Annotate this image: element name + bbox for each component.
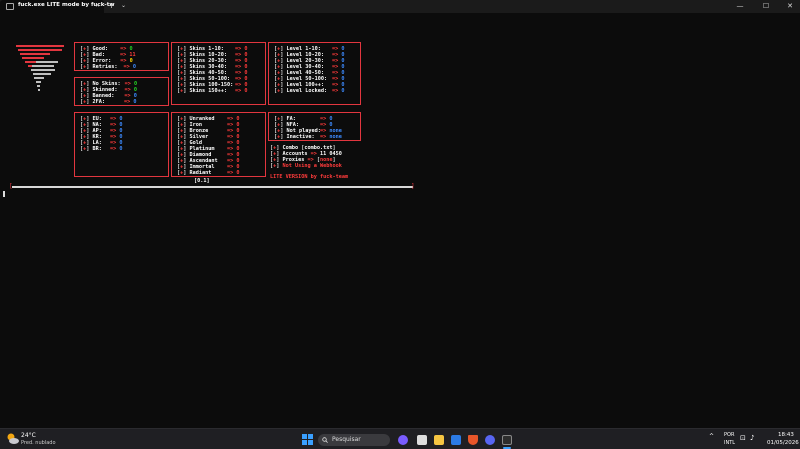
- taskbar: 24°C Pred. nublado Pesquisar ^ POR INTL …: [0, 428, 800, 449]
- widget-icon[interactable]: [398, 435, 408, 445]
- tab-dropdown-button[interactable]: ⌄: [121, 2, 126, 9]
- search-placeholder: Pesquisar: [332, 436, 361, 443]
- title-bar: fuck.exe LITE mode by fuck-tw × + ⌄ — ☐ …: [0, 0, 800, 13]
- account-flags-panel: [+] FA: => 0 [+] NFA: => 0 [+] Not played: =>…: [268, 112, 361, 141]
- volume-icon[interactable]: ♪: [750, 434, 754, 442]
- level-label: Level Locked:: [286, 88, 328, 94]
- retries-row: [+] Retries: => 0: [80, 64, 136, 70]
- weather-forecast: Pred. nublado: [21, 440, 56, 446]
- stats-panel: [+] Good: => 0 [+] Bad: => 11 [+] Error: =>…: [74, 42, 169, 71]
- brave-browser-icon[interactable]: [468, 435, 478, 445]
- skins-value: 0: [244, 88, 248, 94]
- levels-panel: [+] Level 1-10: => 0 [+] Level 10-20: => 0[…: [268, 42, 361, 105]
- skins-label: Skins 150++:: [189, 88, 227, 94]
- progress-label: [0.1]: [194, 178, 210, 184]
- account-flag-value: none: [329, 134, 342, 140]
- minimize-button[interactable]: —: [728, 0, 752, 13]
- file-explorer-icon[interactable]: [434, 435, 444, 445]
- twofa-row: [+] 2FA: => 0: [80, 99, 137, 105]
- account-flag-row: [+] Inactive: => none: [274, 134, 342, 140]
- skins-row: [+] Skins 150++: => 0: [177, 88, 248, 94]
- skins-status-panel: [+] No Skins: => 0 [+] Skinned: => 0 [+] B…: [74, 77, 169, 106]
- level-value: 0: [341, 88, 345, 94]
- regions-panel: [+] EU: => 0 [+] NA: => 0 [+] AP: => 0 [+] KR:…: [74, 112, 169, 177]
- search-icon: [322, 437, 328, 443]
- language-secondary[interactable]: INTL: [724, 440, 735, 446]
- region-value: 0: [119, 146, 123, 152]
- windows-start-icon[interactable]: [302, 434, 313, 445]
- weather-icon[interactable]: [6, 432, 20, 446]
- text-cursor: [3, 191, 5, 197]
- account-flag-label: Inactive:: [286, 134, 315, 140]
- skins-panel: [+] Skins 1-10: => 0 [+] Skins 10-20: => 0[…: [171, 42, 266, 105]
- ascii-logo: [16, 45, 64, 91]
- version-text: LITE VERSION by fuck-team: [270, 174, 349, 180]
- ranks-panel: [+] Unranked => 0 [+] Iron => 0 [+] Bronze =>…: [171, 112, 266, 177]
- tray-chevron-icon[interactable]: ^: [709, 433, 714, 440]
- terminal-taskbar-icon[interactable]: [502, 435, 512, 445]
- region-row: [+] BR: => 0: [80, 146, 123, 152]
- discord-icon[interactable]: [485, 435, 495, 445]
- tab-close-button[interactable]: ×: [95, 2, 100, 9]
- store-icon[interactable]: [451, 435, 461, 445]
- level-row: [+] Level Locked: => 0: [274, 88, 345, 94]
- rank-value: 0: [236, 170, 240, 176]
- terminal-icon: [6, 3, 14, 10]
- progress-right-bracket: ]: [411, 183, 415, 190]
- terminal-tab[interactable]: fuck.exe LITE mode by fuck-tw ×: [0, 0, 115, 13]
- language-primary[interactable]: POR: [724, 432, 734, 438]
- taskbar-search-box[interactable]: Pesquisar: [318, 434, 390, 446]
- progress-bar: [12, 186, 413, 188]
- rank-label: Radiant: [189, 170, 212, 176]
- webhook-row: [+] Not Using a Webhook: [270, 163, 342, 169]
- clock-time[interactable]: 18:43: [778, 432, 794, 438]
- maximize-button[interactable]: ☐: [754, 0, 778, 13]
- region-label: BR:: [92, 146, 102, 152]
- network-icon[interactable]: ⊡: [740, 434, 746, 442]
- task-view-icon[interactable]: [417, 435, 427, 445]
- new-tab-button[interactable]: +: [108, 1, 115, 10]
- close-window-button[interactable]: ✕: [778, 0, 800, 13]
- clock-date[interactable]: 01/05/2026: [767, 440, 799, 446]
- weather-temp: 24°C: [21, 432, 36, 439]
- tab-title: fuck.exe LITE mode by fuck-tw: [18, 2, 115, 8]
- rank-row: [+] Radiant => 0: [177, 170, 240, 176]
